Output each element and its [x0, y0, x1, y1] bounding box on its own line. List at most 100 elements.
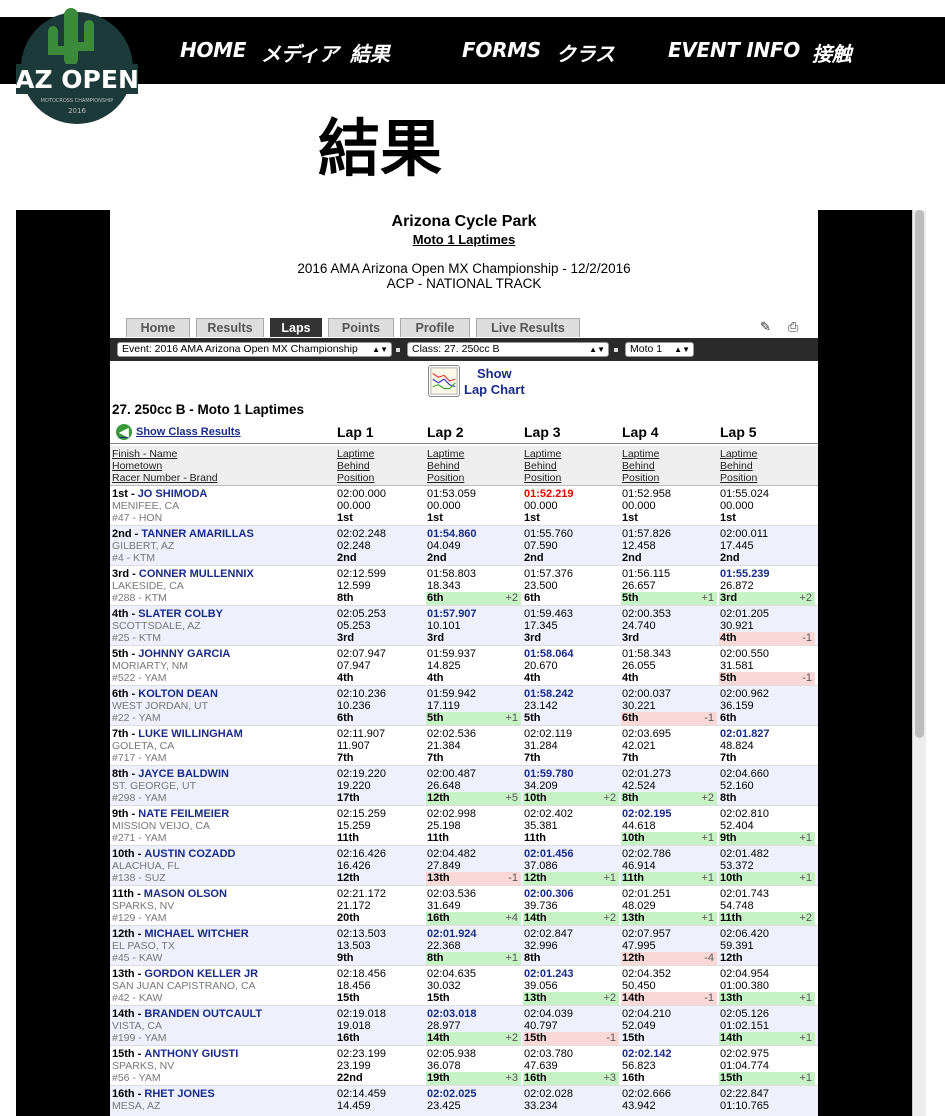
behind-time: 19.220 [337, 780, 371, 792]
lap-cell: 02:12.599 12.599 8th [337, 566, 425, 606]
lap-header: Lap 5 [720, 424, 757, 440]
separator-dot [614, 348, 618, 352]
printer-icon[interactable]: ⎙ [788, 319, 798, 335]
rider-name-link[interactable]: SLATER COLBY [138, 608, 223, 620]
lap-chart-icon[interactable] [428, 365, 460, 397]
sort-position[interactable]: Position [524, 472, 561, 484]
sort-laptime[interactable]: Laptime [337, 448, 374, 460]
show-class-results-link[interactable]: ◀ Show Class Results [116, 424, 241, 440]
rider-name-link[interactable]: NATE FEILMEIER [138, 808, 229, 820]
rider-finish-name: 3rd - CONNER MULLENNIX [112, 568, 254, 580]
tab-results[interactable]: Results [196, 318, 264, 337]
behind-time: 40.797 [524, 1020, 558, 1032]
rider-name-link[interactable]: KOLTON DEAN [138, 688, 218, 700]
rider-name-link[interactable]: GORDON KELLER JR [144, 968, 258, 980]
lap-position: 8th [524, 952, 541, 964]
laptime: 02:03.695 [622, 728, 671, 740]
laptime: 02:04.352 [622, 968, 671, 980]
sort-position[interactable]: Position [337, 472, 374, 484]
nav-contact[interactable]: 接触 [812, 38, 852, 67]
lap-position: 12th [720, 952, 743, 964]
tab-profile[interactable]: Profile [400, 318, 470, 337]
rider-finish-name: 14th - BRANDEN OUTCAULT [112, 1008, 263, 1020]
lap-chart-label-1[interactable]: Show [464, 366, 525, 382]
position-change: +2 [505, 592, 518, 604]
rider-name-link[interactable]: MICHAEL WITCHER [144, 928, 248, 940]
separator-dot [396, 348, 400, 352]
rider-bike: #138 - SUZ [112, 872, 166, 884]
tab-home[interactable]: Home [126, 318, 190, 337]
sort-position[interactable]: Position [622, 472, 659, 484]
lap-cell: 02:07.947 07.947 4th [337, 646, 425, 686]
sort-behind[interactable]: Behind [427, 460, 460, 472]
moto-select[interactable]: Moto 1 ▲▼ [625, 342, 694, 357]
sort-laptime[interactable]: Laptime [524, 448, 561, 460]
rider-name-link[interactable]: AUSTIN COZADD [144, 848, 235, 860]
nav-forms[interactable]: FORMS [462, 38, 541, 62]
laptime: 01:52.219 [524, 488, 574, 500]
lap-position: 1st [427, 512, 443, 524]
sort-behind[interactable]: Behind [337, 460, 370, 472]
behind-time: 10.101 [427, 620, 461, 632]
lap-position: 4th [337, 672, 354, 684]
sort-laptime[interactable]: Laptime [427, 448, 464, 460]
lap-chart-label-2[interactable]: Lap Chart [464, 382, 525, 398]
event-select[interactable]: Event: 2016 AMA Arizona Open MX Champion… [117, 342, 392, 357]
show-lap-chart-link[interactable]: Show Lap Chart [464, 366, 525, 398]
sort-laptime[interactable]: Laptime [622, 448, 659, 460]
nav-home[interactable]: HOME [180, 38, 246, 62]
tab-points[interactable]: Points [328, 318, 394, 337]
sort-finish-name[interactable]: Finish - Name [112, 448, 177, 460]
tab-laps[interactable]: Laps [270, 318, 322, 337]
sort-behind[interactable]: Behind [622, 460, 655, 472]
rider-name-link[interactable]: BRANDEN OUTCAULT [144, 1008, 262, 1020]
highlighter-icon[interactable]: ✎ [760, 319, 771, 335]
sort-behind[interactable]: Behind [720, 460, 753, 472]
show-class-results-label[interactable]: Show Class Results [136, 426, 241, 438]
laptime: 02:02.786 [622, 848, 671, 860]
sort-behind[interactable]: Behind [524, 460, 557, 472]
laptime: 01:57.826 [622, 528, 671, 540]
laptime: 02:01.482 [720, 848, 769, 860]
rider-finish-name: 6th - KOLTON DEAN [112, 688, 218, 700]
laptime: 02:01.456 [524, 848, 574, 860]
moto-subtitle[interactable]: Moto 1 Laptimes [110, 232, 818, 247]
lap-cell: 02:04.635 30.032 15th [427, 966, 522, 1006]
sort-position[interactable]: Position [427, 472, 464, 484]
rider-name-link[interactable]: ANTHONY GIUSTI [144, 1048, 238, 1060]
sort-laptime[interactable]: Laptime [720, 448, 757, 460]
laptime: 02:02.666 [622, 1088, 671, 1100]
tab-live-results[interactable]: Live Results [476, 318, 580, 337]
lap-position: 6th [524, 592, 541, 604]
nav-classes[interactable]: クラス [556, 38, 615, 67]
rider-name-link[interactable]: CONNER MULLENNIX [139, 568, 254, 580]
position-change: -1 [606, 1032, 616, 1044]
logo-subtext: MOTOCROSS CHAMPIONSHIP [41, 98, 114, 104]
rider-name-link[interactable]: TANNER AMARILLAS [141, 528, 253, 540]
class-select[interactable]: Class: 27. 250cc B ▲▼ [407, 342, 609, 357]
behind-time: 07.947 [337, 660, 371, 672]
nav-results[interactable]: 結果 [350, 38, 390, 67]
rider-name-link[interactable]: JAYCE BALDWIN [138, 768, 229, 780]
az-open-logo[interactable]: AZ OPEN MOTOCROSS CHAMPIONSHIP 2016 [14, 0, 140, 126]
sort-racer-number[interactable]: Racer Number - Brand [112, 472, 218, 484]
sort-hometown[interactable]: Hometown [112, 460, 162, 472]
nav-event-info[interactable]: EVENT INFO [668, 38, 800, 62]
lap-cell: 02:01.482 53.372 10th +1 [719, 846, 816, 886]
lap-cell: 02:02.142 56.823 16th [622, 1046, 718, 1086]
rider-name-link[interactable]: RHET JONES [144, 1088, 214, 1100]
laptime: 02:18.456 [337, 968, 386, 980]
behind-time: 24.740 [622, 620, 656, 632]
chevron-down-icon: ▲▼ [589, 345, 605, 354]
scrollbar-thumb[interactable] [915, 210, 924, 738]
rider-name-link[interactable]: JO SHIMODA [138, 488, 208, 500]
scrollbar[interactable] [912, 210, 926, 1116]
lap-cell: 01:58.064 20.670 4th [524, 646, 620, 686]
lap-position: 6th -1 [621, 712, 717, 725]
nav-media[interactable]: メディア [261, 38, 339, 67]
rider-hometown: MENIFEE, CA [112, 500, 180, 512]
rider-name-link[interactable]: MASON OLSON [144, 888, 227, 900]
rider-name-link[interactable]: JOHNNY GARCIA [138, 648, 230, 660]
rider-name-link[interactable]: LUKE WILLINGHAM [138, 728, 242, 740]
sort-position[interactable]: Position [720, 472, 757, 484]
